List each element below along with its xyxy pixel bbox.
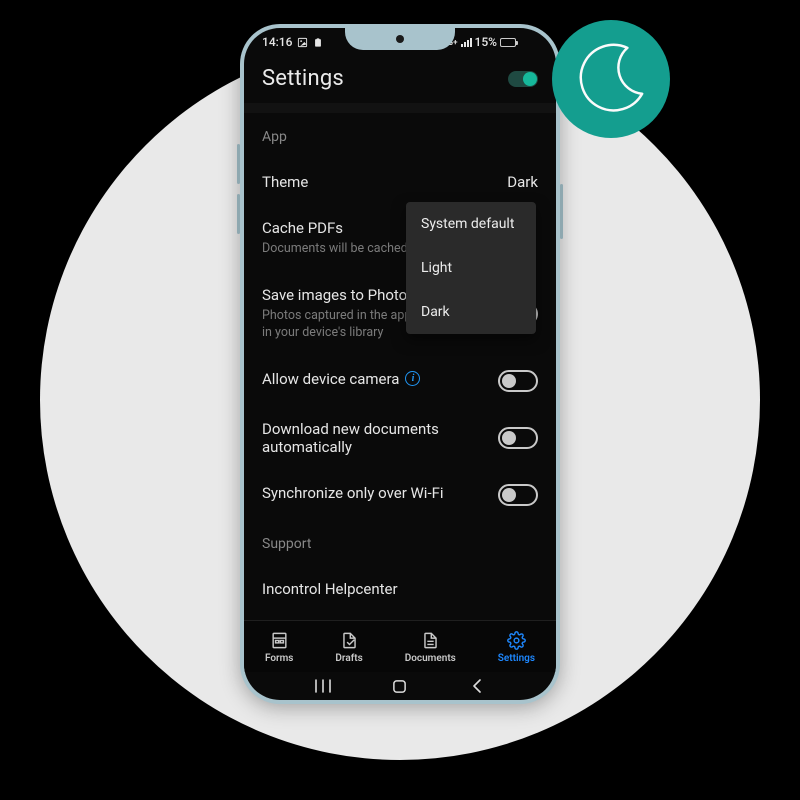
settings-icon	[505, 629, 527, 651]
volume-down-button	[237, 194, 240, 234]
nav-drafts-label: Drafts	[335, 653, 362, 664]
nav-forms[interactable]: Forms	[265, 629, 293, 664]
nav-forms-label: Forms	[265, 653, 293, 664]
nav-documents-label: Documents	[405, 653, 456, 664]
nav-documents[interactable]: Documents	[405, 629, 456, 664]
theme-option-dark[interactable]: Dark	[406, 290, 536, 334]
moon-icon	[570, 38, 652, 120]
signal-icon	[461, 38, 472, 47]
section-label-support: Support	[262, 520, 538, 566]
sync-status-pill[interactable]	[508, 71, 538, 87]
section-label-app: App	[262, 113, 538, 159]
row-download-auto[interactable]: Download new documents automatically	[262, 406, 538, 470]
volume-up-button	[237, 144, 240, 184]
toggle-wifi-sync[interactable]	[498, 484, 538, 506]
status-time: 14:16	[262, 35, 292, 49]
power-button	[560, 184, 563, 239]
toggle-download-auto[interactable]	[498, 427, 538, 449]
theme-option-system-default[interactable]: System default	[406, 202, 536, 246]
row-wifi-title: Synchronize only over Wi-Fi	[262, 484, 490, 502]
documents-icon	[419, 629, 441, 651]
header-divider	[244, 103, 556, 113]
image-icon	[297, 37, 308, 48]
row-allow-camera[interactable]: Allow device camera i	[262, 356, 538, 406]
moon-badge	[552, 20, 670, 138]
theme-dropdown: System default Light Dark	[406, 202, 536, 334]
phone-frame: 14:16 4G+ 15% Settings App Theme Dark	[240, 24, 560, 704]
sys-home-button[interactable]	[385, 677, 415, 695]
sys-back-button[interactable]	[462, 677, 492, 695]
row-wifi-sync[interactable]: Synchronize only over Wi-Fi	[262, 470, 538, 520]
row-theme[interactable]: Theme Dark	[262, 159, 538, 205]
app-header: Settings	[244, 56, 556, 101]
drafts-icon	[338, 629, 360, 651]
battery-icon	[500, 38, 516, 47]
notch	[345, 28, 455, 50]
system-nav	[244, 672, 556, 700]
theme-option-light[interactable]: Light	[406, 246, 536, 290]
sys-recent-button[interactable]	[308, 677, 338, 695]
forms-icon	[268, 629, 290, 651]
page-title: Settings	[262, 66, 344, 91]
row-theme-title: Theme	[262, 173, 499, 191]
nav-settings[interactable]: Settings	[498, 629, 535, 664]
row-theme-value: Dark	[507, 173, 538, 191]
bottom-nav: Forms Drafts Documents Settings	[244, 620, 556, 672]
battery-text: 15%	[475, 35, 497, 49]
info-icon[interactable]: i	[405, 371, 420, 386]
toggle-allow-camera[interactable]	[498, 370, 538, 392]
row-camera-title: Allow device camera	[262, 370, 399, 388]
row-download-title: Download new documents automatically	[262, 420, 490, 456]
battery-saver-icon	[313, 37, 323, 48]
support-helpcenter[interactable]: Incontrol Helpcenter	[262, 566, 538, 612]
nav-settings-label: Settings	[498, 653, 535, 664]
nav-drafts[interactable]: Drafts	[335, 629, 362, 664]
